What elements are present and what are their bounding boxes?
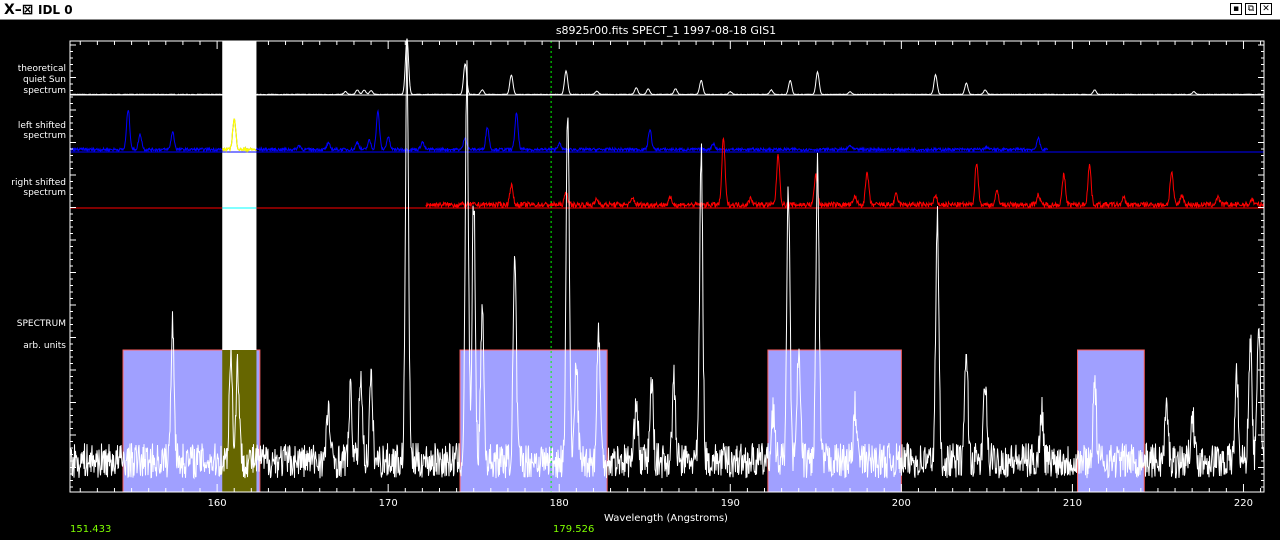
close-icon[interactable]: ✕ [1260,3,1272,15]
label-theoretical-2: quiet Sun [23,75,66,85]
x-tick-labels: 160 170 180 190 200 210 220 [208,498,1253,509]
label-left-2: spectrum [23,131,66,141]
x-tick-label: 180 [550,498,569,509]
panel-labels: theoretical quiet Sun spectrum left shif… [11,64,66,351]
label-right-2: spectrum [23,188,66,198]
x-tick-label: 190 [721,498,740,509]
x-tick-label: 210 [1063,498,1082,509]
label-right-1: right shifted [11,178,66,188]
x-axis-label: Wavelength (Angstroms) [604,513,728,524]
window-titlebar[interactable]: X–⊠ IDL 0 ▪ ⧉ ✕ [0,0,1280,20]
maximize-icon[interactable]: ⧉ [1245,3,1257,15]
selected-band-window[interactable] [222,350,257,492]
x-tick-label: 170 [379,498,398,509]
label-spectrum-2: arb. units [23,341,66,351]
selected-band[interactable] [222,41,257,350]
left-shifted-spectrum-line [69,109,1049,153]
x-logo-icon[interactable]: X–⊠ [4,1,34,19]
label-spectrum-1: SPECTRUM [17,319,66,329]
x-tick-label: 160 [208,498,227,509]
label-theoretical-3: spectrum [23,86,66,96]
minimize-icon[interactable]: ▪ [1230,3,1242,15]
x-tick-label: 200 [892,498,911,509]
label-theoretical-1: theoretical [18,64,66,74]
x-tick-label: 220 [1234,498,1253,509]
spectrum-plot-canvas[interactable]: s8925r00.fits SPECT_1 1997-08-18 GIS1 th… [0,20,1280,540]
cursor-left-readout: 151.433 [70,524,111,535]
cursor-right-readout: 179.526 [553,524,594,535]
label-left-1: left shifted [18,121,66,131]
plot-title: s8925r00.fits SPECT_1 1997-08-18 GIS1 [556,24,776,37]
window-title: IDL 0 [38,3,73,17]
